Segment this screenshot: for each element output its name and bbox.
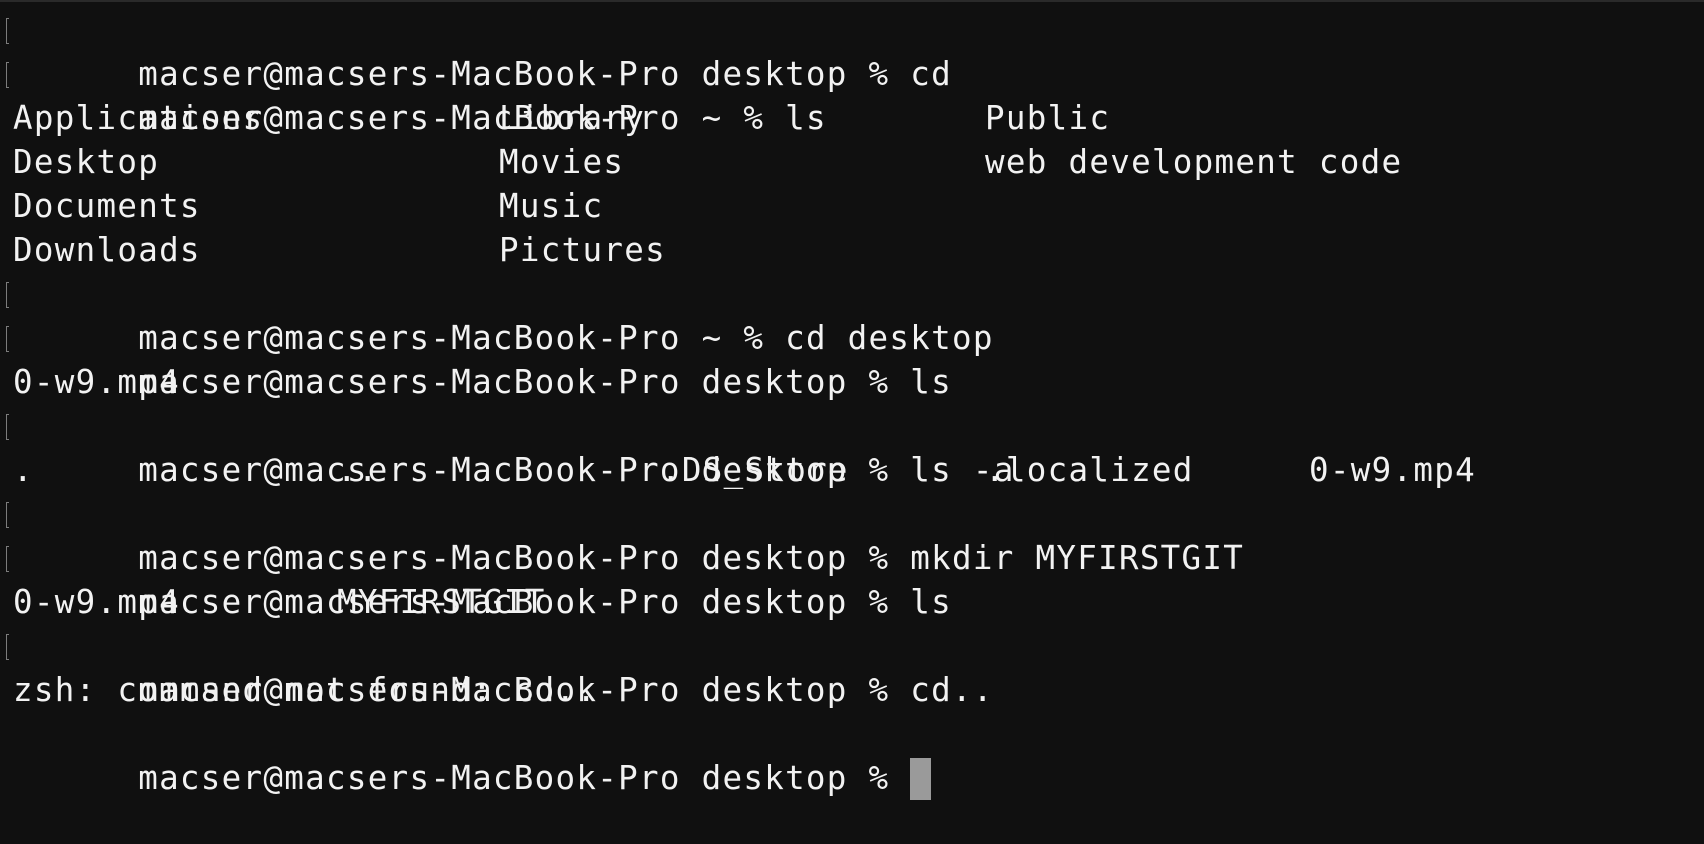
- prompt-mark: [6, 326, 9, 352]
- command-line: macser@macsers-MacBook-Pro desktop % mkd…: [6, 492, 1244, 577]
- output-cell: Downloads: [13, 231, 201, 269]
- command-line: macser@macsers-MacBook-Pro desktop % cd.…: [6, 624, 1244, 709]
- output-cell: Desktop: [13, 143, 160, 181]
- output-cell: MYFIRSTGIT: [337, 583, 546, 621]
- text-cursor: [910, 758, 932, 800]
- output-line: 0-w9.mp4: [13, 360, 1244, 404]
- output-line: . .. .DS_Store .localized 0-w9.mp4: [13, 448, 1475, 492]
- command-line: macser@macsers-MacBook-Pro desktop % cd: [6, 8, 1244, 93]
- terminal-output: macser@macsers-MacBook-Pro desktop % cd …: [6, 8, 1475, 800]
- terminal-window[interactable]: macser@macsers-MacBook-Pro desktop % cd …: [0, 0, 1704, 800]
- output-line: Desktop Movies web development code: [13, 140, 1401, 184]
- output-cell: .localized: [985, 451, 1194, 489]
- output-cell: .DS_Store: [661, 451, 849, 489]
- prompt-mark: [6, 546, 9, 572]
- command-line: macser@macsers-MacBook-Pro desktop % ls …: [6, 404, 1244, 489]
- output-cell: Public: [985, 99, 1111, 137]
- output-line: Downloads Pictures: [13, 228, 1244, 272]
- prompt-mark: [6, 634, 9, 660]
- active-prompt-line[interactable]: macser@macsers-MacBook-Pro desktop %: [13, 712, 1244, 800]
- output-cell: 0-w9.mp4: [13, 363, 180, 401]
- prompt-mark: [6, 62, 9, 88]
- output-cell: Applications: [13, 99, 264, 137]
- output-cell: Documents: [13, 187, 201, 225]
- output-line: Applications Library Public: [13, 96, 1244, 140]
- command-line: macser@macsers-MacBook-Pro ~ % cd deskto…: [6, 272, 1244, 357]
- output-cell: ..: [337, 451, 379, 489]
- prompt-mark: [6, 414, 9, 440]
- output-line: Documents Music: [13, 184, 1244, 228]
- command-line: macser@macsers-MacBook-Pro ~ % ls: [6, 52, 1244, 137]
- output-cell: 0-w9.mp4: [13, 583, 180, 621]
- prompt-mark: [6, 502, 9, 528]
- command-line: macser@macsers-MacBook-Pro desktop % ls: [6, 536, 1244, 621]
- prompt-mark: [6, 18, 9, 44]
- prompt: macser@macsers-MacBook-Pro desktop %: [138, 759, 911, 797]
- output-line: 0-w9.mp4 MYFIRSTGIT: [13, 580, 1244, 624]
- error-line: zsh: command not found: cd..: [13, 668, 1244, 712]
- output-cell: Movies: [499, 143, 625, 181]
- output-cell: Music: [499, 187, 604, 225]
- output-cell: web development code: [985, 143, 1403, 181]
- prompt-mark: [6, 282, 9, 308]
- error-message: zsh: command not found: cd..: [13, 671, 598, 709]
- output-cell: 0-w9.mp4: [1309, 451, 1476, 489]
- output-cell: .: [13, 451, 34, 489]
- output-cell: Library: [499, 99, 646, 137]
- output-cell: Pictures: [499, 231, 666, 269]
- command-line: macser@macsers-MacBook-Pro desktop % ls: [6, 316, 1244, 401]
